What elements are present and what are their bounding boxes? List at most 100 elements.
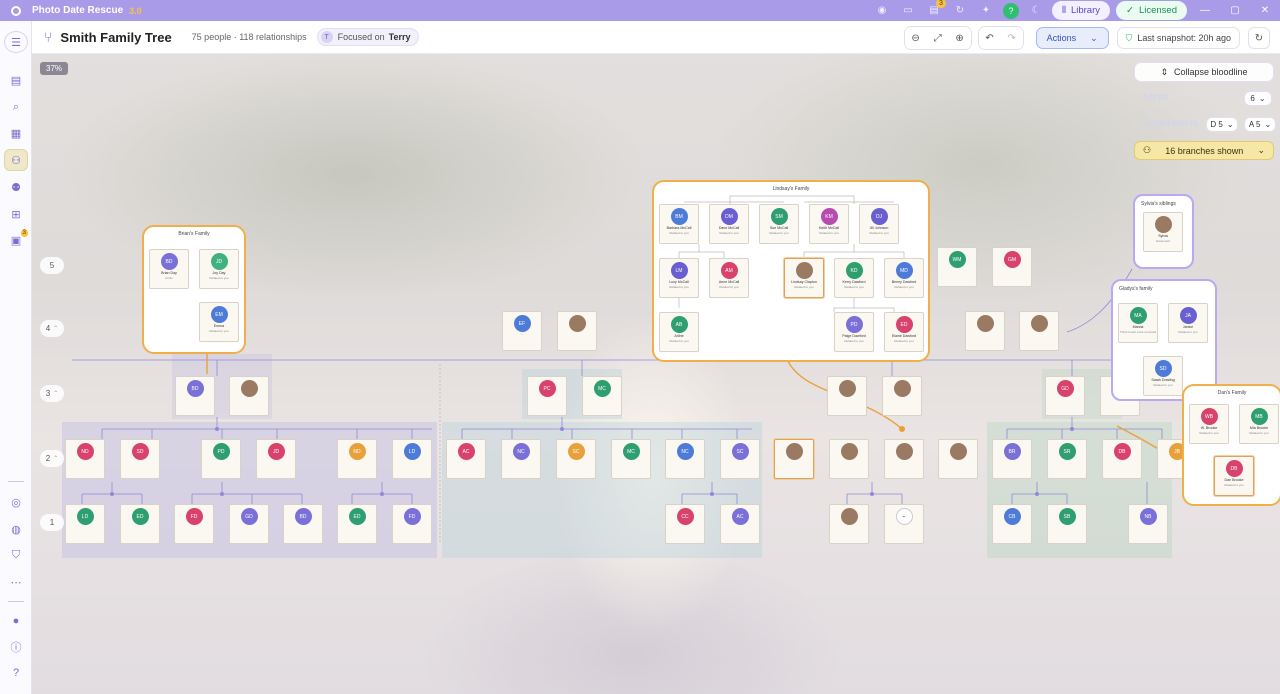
ancestor-generations-select[interactable]: A 5 ⌄ [1244, 117, 1276, 132]
person-card[interactable]: DM Dave McCall Related to you [709, 204, 749, 244]
search-icon[interactable]: ⌕ [4, 96, 28, 118]
tree-canvas[interactable]: 37% 5 4 ⌃ 3 ⌃ 2 ⌃ 1 EF · WM GM BD PC MC … [32, 54, 1280, 694]
family-card-sylvia[interactable]: Sylvia's siblings Sylvia Great aunt [1133, 194, 1194, 269]
person-card[interactable]: BM Barbara McCall Related to you [659, 204, 699, 244]
person-card[interactable]: MB Mia Brooke Related to you [1239, 404, 1279, 444]
person-card[interactable]: KD Kerry Dawford Related to you [834, 258, 874, 298]
person-card[interactable]: CB [992, 504, 1032, 544]
person-card[interactable] [965, 311, 1005, 351]
person-card[interactable]: SM Sue McCall Related to you [759, 204, 799, 244]
person-card[interactable]: JD Joy Day Related to you [199, 249, 239, 289]
focused-person-card[interactable] [774, 439, 814, 479]
family-card-lindsay[interactable]: Lindsay's Family BM Barbara McCall Related… [652, 180, 930, 362]
person-card[interactable] [1019, 311, 1059, 351]
person-card[interactable] [557, 311, 597, 351]
generation-label[interactable]: 4 ⌃ [40, 320, 64, 337]
tasks-icon[interactable]: ▣ 3 [4, 229, 28, 251]
person-card[interactable]: ED [120, 504, 160, 544]
person-card[interactable]: BR [992, 439, 1032, 479]
person-card[interactable]: MA Marcia Third cousin once removed [1118, 303, 1158, 343]
person-card[interactable]: BD [283, 504, 323, 544]
redo-icon[interactable]: ↷ [1000, 27, 1023, 49]
person-card[interactable]: BD Brian Day Uncle [149, 249, 189, 289]
inbox-icon[interactable]: ▤ 3 [927, 0, 946, 18]
info-icon[interactable]: ⓘ [4, 636, 28, 658]
person-card[interactable] [938, 439, 978, 479]
video-icon[interactable]: ▭ [901, 4, 915, 18]
person-card[interactable]: JA Janice Related to you [1168, 303, 1208, 343]
person-card[interactable]: AC [720, 504, 760, 544]
person-card[interactable] [229, 376, 269, 416]
help-icon[interactable]: ? [1002, 2, 1019, 19]
person-card[interactable]: KM Keith McCall Related to you [809, 204, 849, 244]
minimize-icon[interactable]: — [1190, 5, 1220, 16]
person-card[interactable]: DB [1102, 439, 1142, 479]
person-card[interactable]: AM Anne McCall Related to you [709, 258, 749, 298]
person-card[interactable]: Lindsay Clapton Related to you [784, 258, 824, 298]
generation-label[interactable]: 2 ⌃ [40, 450, 64, 467]
person-card[interactable]: EM Emma Related to you [199, 302, 239, 342]
family-card-gladys[interactable]: Gladys's family MA Marcia Third cousin onc… [1111, 279, 1217, 401]
person-card[interactable]: SB [1047, 504, 1087, 544]
person-card[interactable]: AB Arline Related to you [659, 312, 699, 352]
user-icon[interactable]: ● [4, 610, 28, 632]
person-card[interactable]: SD [120, 439, 160, 479]
snapshot-button[interactable]: ⛉ Last snapshot: 20h ago [1116, 27, 1240, 49]
person-card[interactable]: NC [501, 439, 541, 479]
camera-icon[interactable]: ◉ [875, 4, 889, 18]
person-card[interactable]: ED [337, 504, 377, 544]
calendar-icon[interactable]: ▦ [4, 122, 28, 144]
person-card[interactable]: BD [175, 376, 215, 416]
person-card[interactable]: Sylvia Great aunt [1143, 212, 1183, 252]
person-card[interactable]: LD [392, 439, 432, 479]
person-card[interactable] [829, 439, 869, 479]
person-card[interactable]: ND [337, 439, 377, 479]
person-card[interactable]: PD Paige Dawford Related to you [834, 312, 874, 352]
undo-icon[interactable]: ↶ [978, 27, 1001, 49]
person-card[interactable]: JD [256, 439, 296, 479]
photos-icon[interactable]: ▤ [4, 69, 28, 91]
generation-label[interactable]: 5 [40, 257, 64, 274]
person-card[interactable]: ⌁ [884, 504, 924, 544]
licensed-button[interactable]: ✓ Licensed [1116, 1, 1187, 20]
descendant-generations-select[interactable]: D 5 ⌄ [1206, 117, 1238, 132]
person-card[interactable] [829, 504, 869, 544]
maximize-icon[interactable]: ▢ [1220, 5, 1250, 16]
person-card[interactable]: SD Sarah Dowling Related to you [1143, 356, 1183, 396]
person-card[interactable]: ND [65, 439, 105, 479]
person-card[interactable]: MC [582, 376, 622, 416]
person-card[interactable]: EF · [502, 311, 542, 351]
zoom-in-icon[interactable]: ⊕ [948, 27, 971, 49]
focus-chip[interactable]: T Focused on Terry [316, 28, 420, 46]
person-card[interactable]: CC [665, 504, 705, 544]
fit-icon[interactable]: ⤢ [926, 27, 949, 49]
person-card[interactable]: GD [1045, 376, 1085, 416]
help-circle-icon[interactable]: ? [4, 662, 28, 684]
person-card[interactable]: NB [1128, 504, 1168, 544]
person-card[interactable]: SC [720, 439, 760, 479]
moon-icon[interactable]: ☾ [1029, 4, 1043, 18]
person-card[interactable]: PC [527, 376, 567, 416]
target-icon[interactable]: ◎ [4, 491, 28, 513]
person-card[interactable]: AC [446, 439, 486, 479]
refresh-button[interactable]: ↻ [1248, 27, 1270, 49]
person-card[interactable]: WB W. Brooke Related to you [1189, 404, 1229, 444]
person-card[interactable] [884, 439, 924, 479]
person-card[interactable]: DB Dan Brooke Related to you [1214, 456, 1254, 496]
more-icon[interactable]: ⋯ [4, 571, 28, 593]
person-card[interactable] [882, 376, 922, 416]
sparkle-icon[interactable]: ✦ [979, 4, 993, 18]
shield-icon[interactable]: ⛉ [4, 544, 28, 566]
library-button[interactable]: ⫴ Library [1051, 1, 1110, 20]
menu-icon[interactable]: ☰ [4, 31, 28, 53]
person-card[interactable]: WM [937, 247, 977, 287]
family-card-dan[interactable]: Dan's Family WB W. Brooke Related to you M… [1182, 384, 1280, 506]
person-card[interactable]: LM Lucy McCall Related to you [659, 258, 699, 298]
person-card[interactable]: SC [556, 439, 596, 479]
collapse-bloodline-button[interactable]: ⇕ Collapse bloodline [1134, 62, 1274, 82]
family-tree-icon[interactable]: ⚇ [4, 149, 28, 171]
actions-button[interactable]: Actions ⌄ [1035, 27, 1109, 49]
person-card[interactable] [827, 376, 867, 416]
person-card[interactable]: NC [665, 439, 705, 479]
family-card-brian[interactable]: Brian's Family BD Brian Day Uncle JD Joy Da… [142, 225, 246, 354]
